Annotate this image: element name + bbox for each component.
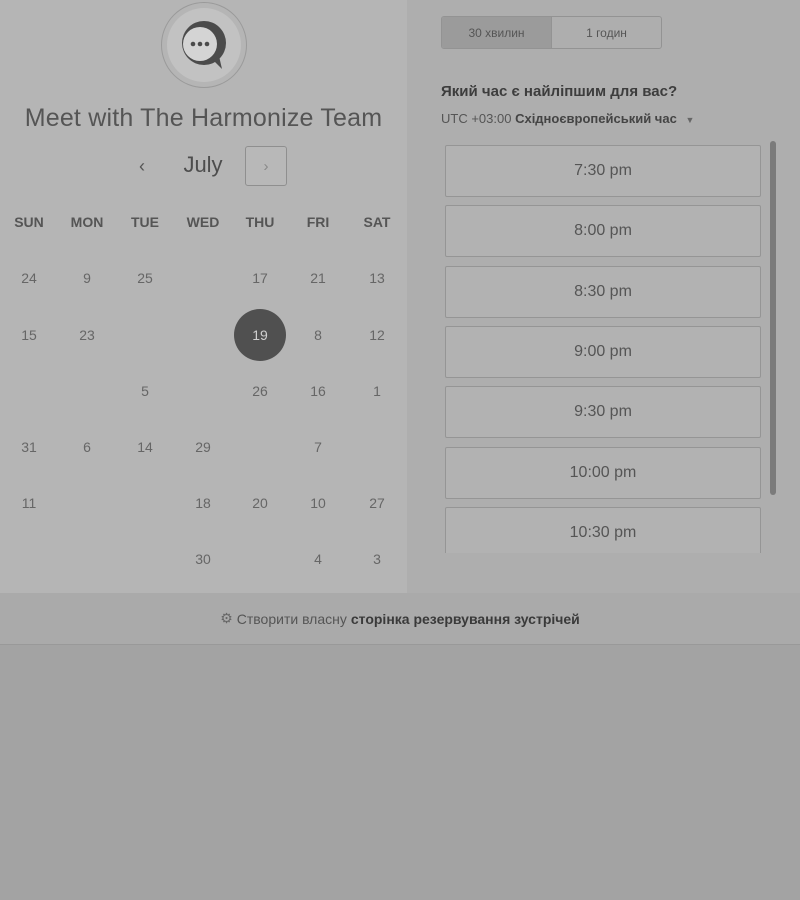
calendar-day[interactable]: 8 [292,325,344,345]
calendar-day[interactable]: 3 [351,549,403,569]
calendar-day-selected[interactable]: 19 [234,309,286,361]
time-slot-button[interactable]: 8:00 pm [445,205,761,258]
time-slot-button[interactable]: 9:30 pm [445,386,761,439]
calendar-day[interactable]: 7 [292,437,344,457]
time-slot-button[interactable]: 10:30 pm [445,506,761,553]
weekday-label: TUE [131,214,159,230]
timezone-offset: UTC +03:00 [441,111,512,126]
time-slot-button[interactable]: 8:30 pm [445,265,761,318]
weekday-label: WED [186,214,220,230]
weekday-label: THU [245,214,275,230]
calendar-day[interactable]: 10 [292,493,344,513]
month-label: July [183,152,223,177]
time-slot-button[interactable]: 10:00 pm [445,446,761,499]
calendar-day[interactable]: 15 [3,325,55,345]
calendar-day[interactable]: 13 [351,268,403,288]
calendar-day[interactable]: 16 [292,381,344,401]
calendar-day[interactable]: 25 [119,268,171,288]
calendar-day[interactable]: 17 [234,268,286,288]
page-title: Meet with The Harmonize Team [24,104,383,132]
calendar-day[interactable]: 31 [3,437,55,457]
weekday-label: SAT [363,214,391,230]
calendar-day[interactable]: 20 [234,493,286,513]
calendar-day[interactable]: 5 [119,381,171,401]
calendar-day[interactable]: 9 [61,268,113,288]
footer-text: Створити власну [236,610,347,627]
time-slot-list: 7:30 pm 8:00 pm 8:30 pm 9:00 pm 9:30 pm 10:00… [441,140,763,553]
slot-list-scrollbar[interactable] [770,141,776,495]
timezone-selector[interactable]: UTC +03:00 Східноєвропейський час ▼ [441,111,694,126]
time-slot-button[interactable]: 7:30 pm [445,145,761,197]
calendar-day[interactable]: 23 [61,325,113,345]
calendar-day[interactable]: 18 [177,493,229,513]
footer: ⚙ Створити власну сторінка резервування … [0,593,800,645]
duration-option-1-hour[interactable]: 1 годин [552,17,661,48]
calendar-day[interactable]: 6 [61,437,113,457]
calendar-panel: Meet with The Harmonize Team ‹ July › SU… [0,0,407,593]
chat-bubble-icon [182,21,226,69]
calendar-day[interactable]: 26 [234,381,286,401]
avatar [161,2,247,88]
time-slot-button[interactable]: 9:00 pm [445,325,761,378]
next-month-button[interactable]: › [245,146,287,186]
duration-toggle: 30 хвилин 1 годин [441,16,662,49]
calendar-day[interactable]: 14 [119,437,171,457]
prev-month-button[interactable]: ‹ [128,152,156,180]
calendar-day[interactable]: 21 [292,268,344,288]
weekday-label: SUN [14,214,44,230]
caret-down-icon: ▼ [685,115,695,125]
calendar-day[interactable]: 4 [292,549,344,569]
avatar-inner [167,8,241,82]
weekday-label: MON [70,214,104,230]
calendar-day[interactable]: 12 [351,325,403,345]
calendar-day[interactable]: 27 [351,493,403,513]
calendar-day[interactable]: 30 [177,549,229,569]
sprocket-icon: ⚙ [220,610,233,626]
calendar-day[interactable]: 24 [3,268,55,288]
time-question: Який час є найліпшим для вас? [441,83,678,100]
duration-option-30-min[interactable]: 30 хвилин [442,17,552,48]
calendar-day[interactable]: 29 [177,437,229,457]
weekday-label: FRI [306,214,330,230]
timezone-name: Східноєвропейський час [515,111,677,126]
calendar-day[interactable]: 11 [3,493,55,513]
footer-link[interactable]: сторінка резервування зустрічей [351,611,580,627]
calendar-day[interactable]: 1 [351,381,403,401]
